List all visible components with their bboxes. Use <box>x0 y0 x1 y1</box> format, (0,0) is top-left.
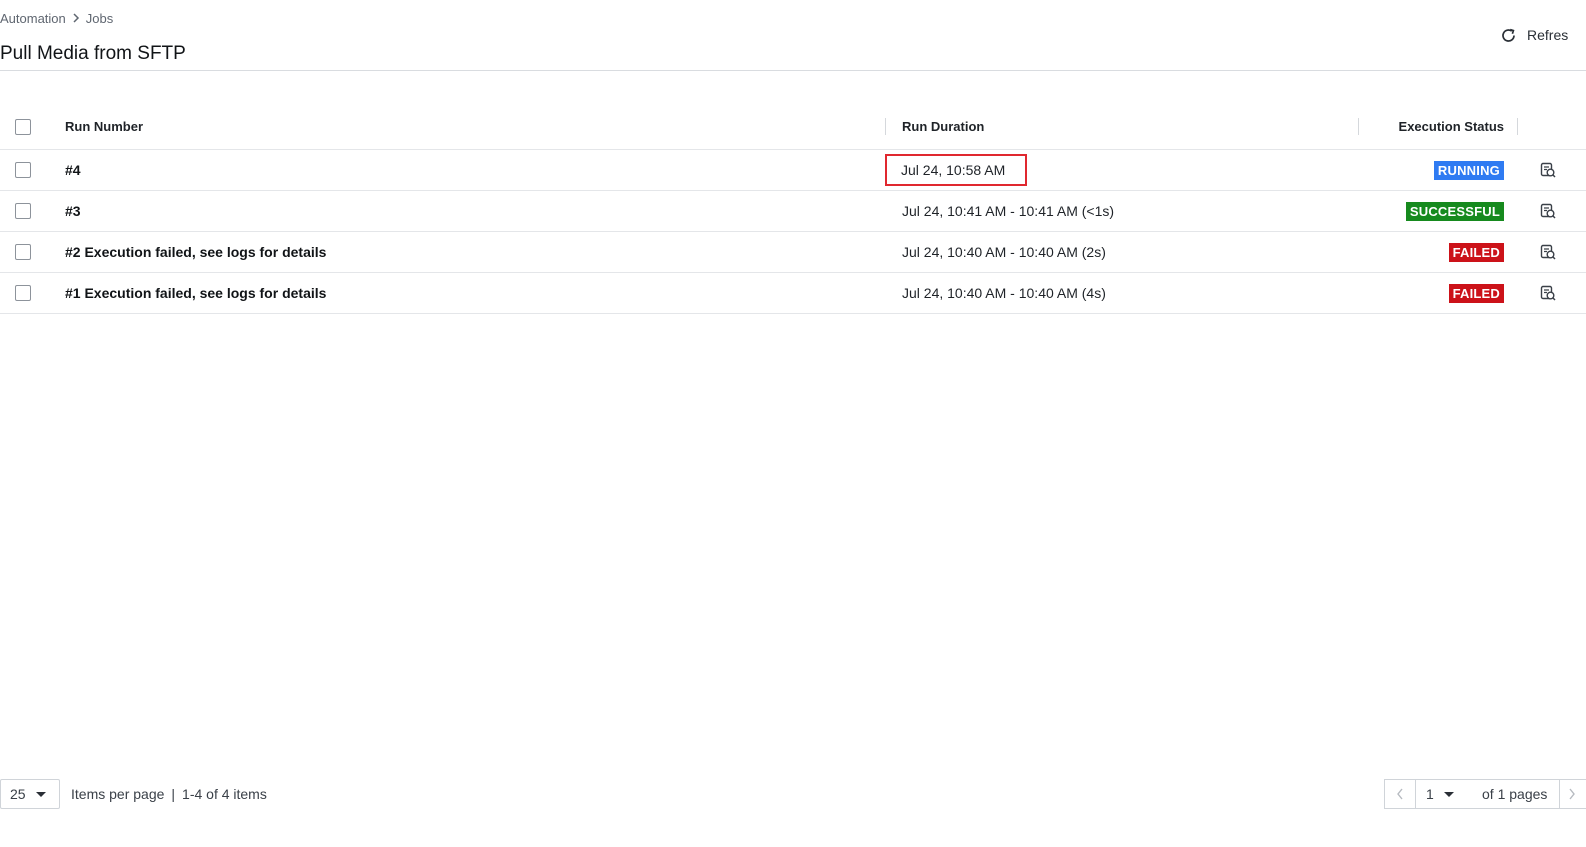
view-logs-icon[interactable] <box>1539 161 1557 179</box>
row-checkbox-cell <box>15 150 35 190</box>
page-number-select[interactable]: 1 <box>1416 786 1460 802</box>
status-badge: RUNNING <box>1433 160 1504 180</box>
refresh-button[interactable]: Refres <box>1500 24 1568 46</box>
action-cell <box>1536 150 1560 190</box>
current-page-value: 1 <box>1426 786 1434 802</box>
table-row[interactable]: #3 Jul 24, 10:41 AM - 10:41 AM (<1s) SUC… <box>0 191 1586 232</box>
row-checkbox-cell <box>15 191 35 231</box>
page-title: Pull Media from SFTP <box>0 43 186 64</box>
run-number[interactable]: #4 <box>65 150 865 190</box>
select-all-checkbox[interactable] <box>15 118 31 135</box>
breadcrumb: Automation Jobs <box>0 11 113 26</box>
items-per-page-label: Items per page <box>71 786 165 802</box>
status-cell: SUCCESSFUL <box>1362 191 1504 231</box>
action-cell <box>1536 273 1560 313</box>
chevron-left-icon <box>1397 788 1403 800</box>
table-header-row: Run Number Run Duration Execution Status <box>0 104 1586 150</box>
jobs-page: Automation Jobs Pull Media from SFTP Ref… <box>0 0 1586 847</box>
table-row[interactable]: #4 Jul 24, 10:58 AM RUNNING <box>0 150 1586 191</box>
column-header-run-duration[interactable]: Run Duration <box>902 104 1342 149</box>
row-checkbox-cell <box>15 273 35 313</box>
run-duration: Jul 24, 10:40 AM - 10:40 AM (2s) <box>902 244 1106 260</box>
next-page-button[interactable] <box>1559 779 1584 809</box>
row-checkbox-cell <box>15 232 35 272</box>
header-divider <box>0 70 1586 71</box>
caret-down-icon <box>1443 791 1454 797</box>
chevron-right-icon <box>68 11 84 26</box>
row-checkbox[interactable] <box>15 203 31 219</box>
run-duration-cell: Jul 24, 10:41 AM - 10:41 AM (<1s) <box>902 191 1342 231</box>
breadcrumb-item-jobs[interactable]: Jobs <box>86 11 113 26</box>
status-cell: RUNNING <box>1362 150 1504 190</box>
refresh-icon <box>1500 27 1517 44</box>
status-badge: FAILED <box>1448 242 1504 262</box>
pager: 1 of 1 pages <box>1384 779 1586 809</box>
run-number[interactable]: #1 Execution failed, see logs for detail… <box>65 273 865 313</box>
pagination-footer: 25 Items per page | 1-4 of 4 items 1 of … <box>0 779 1586 811</box>
action-cell <box>1536 232 1560 272</box>
run-number[interactable]: #2 Execution failed, see logs for detail… <box>65 232 865 272</box>
row-checkbox[interactable] <box>15 285 31 301</box>
runs-table: Run Number Run Duration Execution Status… <box>0 104 1586 314</box>
status-badge: FAILED <box>1448 283 1504 303</box>
action-cell <box>1536 191 1560 231</box>
run-duration: Jul 24, 10:58 AM <box>885 154 1027 186</box>
select-all-cell <box>15 104 35 149</box>
run-duration-cell: Jul 24, 10:40 AM - 10:40 AM (4s) <box>902 273 1342 313</box>
run-duration: Jul 24, 10:41 AM - 10:41 AM (<1s) <box>902 203 1115 219</box>
items-range-label: 1-4 of 4 items <box>182 786 267 802</box>
column-header-run-number[interactable]: Run Number <box>65 104 865 149</box>
view-logs-icon[interactable] <box>1539 243 1557 261</box>
run-duration: Jul 24, 10:40 AM - 10:40 AM (4s) <box>902 285 1106 301</box>
status-cell: FAILED <box>1362 232 1504 272</box>
chevron-right-icon <box>1569 788 1576 800</box>
previous-page-button[interactable] <box>1385 779 1416 809</box>
of-pages-label: of 1 pages <box>1482 786 1548 802</box>
run-duration-cell: Jul 24, 10:40 AM - 10:40 AM (2s) <box>902 232 1342 272</box>
view-logs-icon[interactable] <box>1539 284 1557 302</box>
breadcrumb-item-automation[interactable]: Automation <box>0 11 66 26</box>
caret-down-icon <box>35 791 46 797</box>
column-divider[interactable] <box>1358 118 1359 135</box>
table-row[interactable]: #2 Execution failed, see logs for detail… <box>0 232 1586 273</box>
status-cell: FAILED <box>1362 273 1504 313</box>
row-checkbox[interactable] <box>15 244 31 260</box>
refresh-label: Refres <box>1527 27 1569 43</box>
column-divider[interactable] <box>885 118 886 135</box>
page-size-select[interactable]: 25 <box>0 779 60 809</box>
status-badge: SUCCESSFUL <box>1405 201 1504 221</box>
page-size-value: 25 <box>10 786 26 802</box>
table-row[interactable]: #1 Execution failed, see logs for detail… <box>0 273 1586 314</box>
row-checkbox[interactable] <box>15 162 31 178</box>
column-divider[interactable] <box>1517 118 1518 135</box>
items-info: Items per page | 1-4 of 4 items <box>71 779 267 809</box>
run-number[interactable]: #3 <box>65 191 865 231</box>
column-header-execution-status[interactable]: Execution Status <box>1362 104 1504 149</box>
run-duration-cell: Jul 24, 10:58 AM <box>885 150 1342 190</box>
items-separator: | <box>171 786 176 802</box>
view-logs-icon[interactable] <box>1539 202 1557 220</box>
